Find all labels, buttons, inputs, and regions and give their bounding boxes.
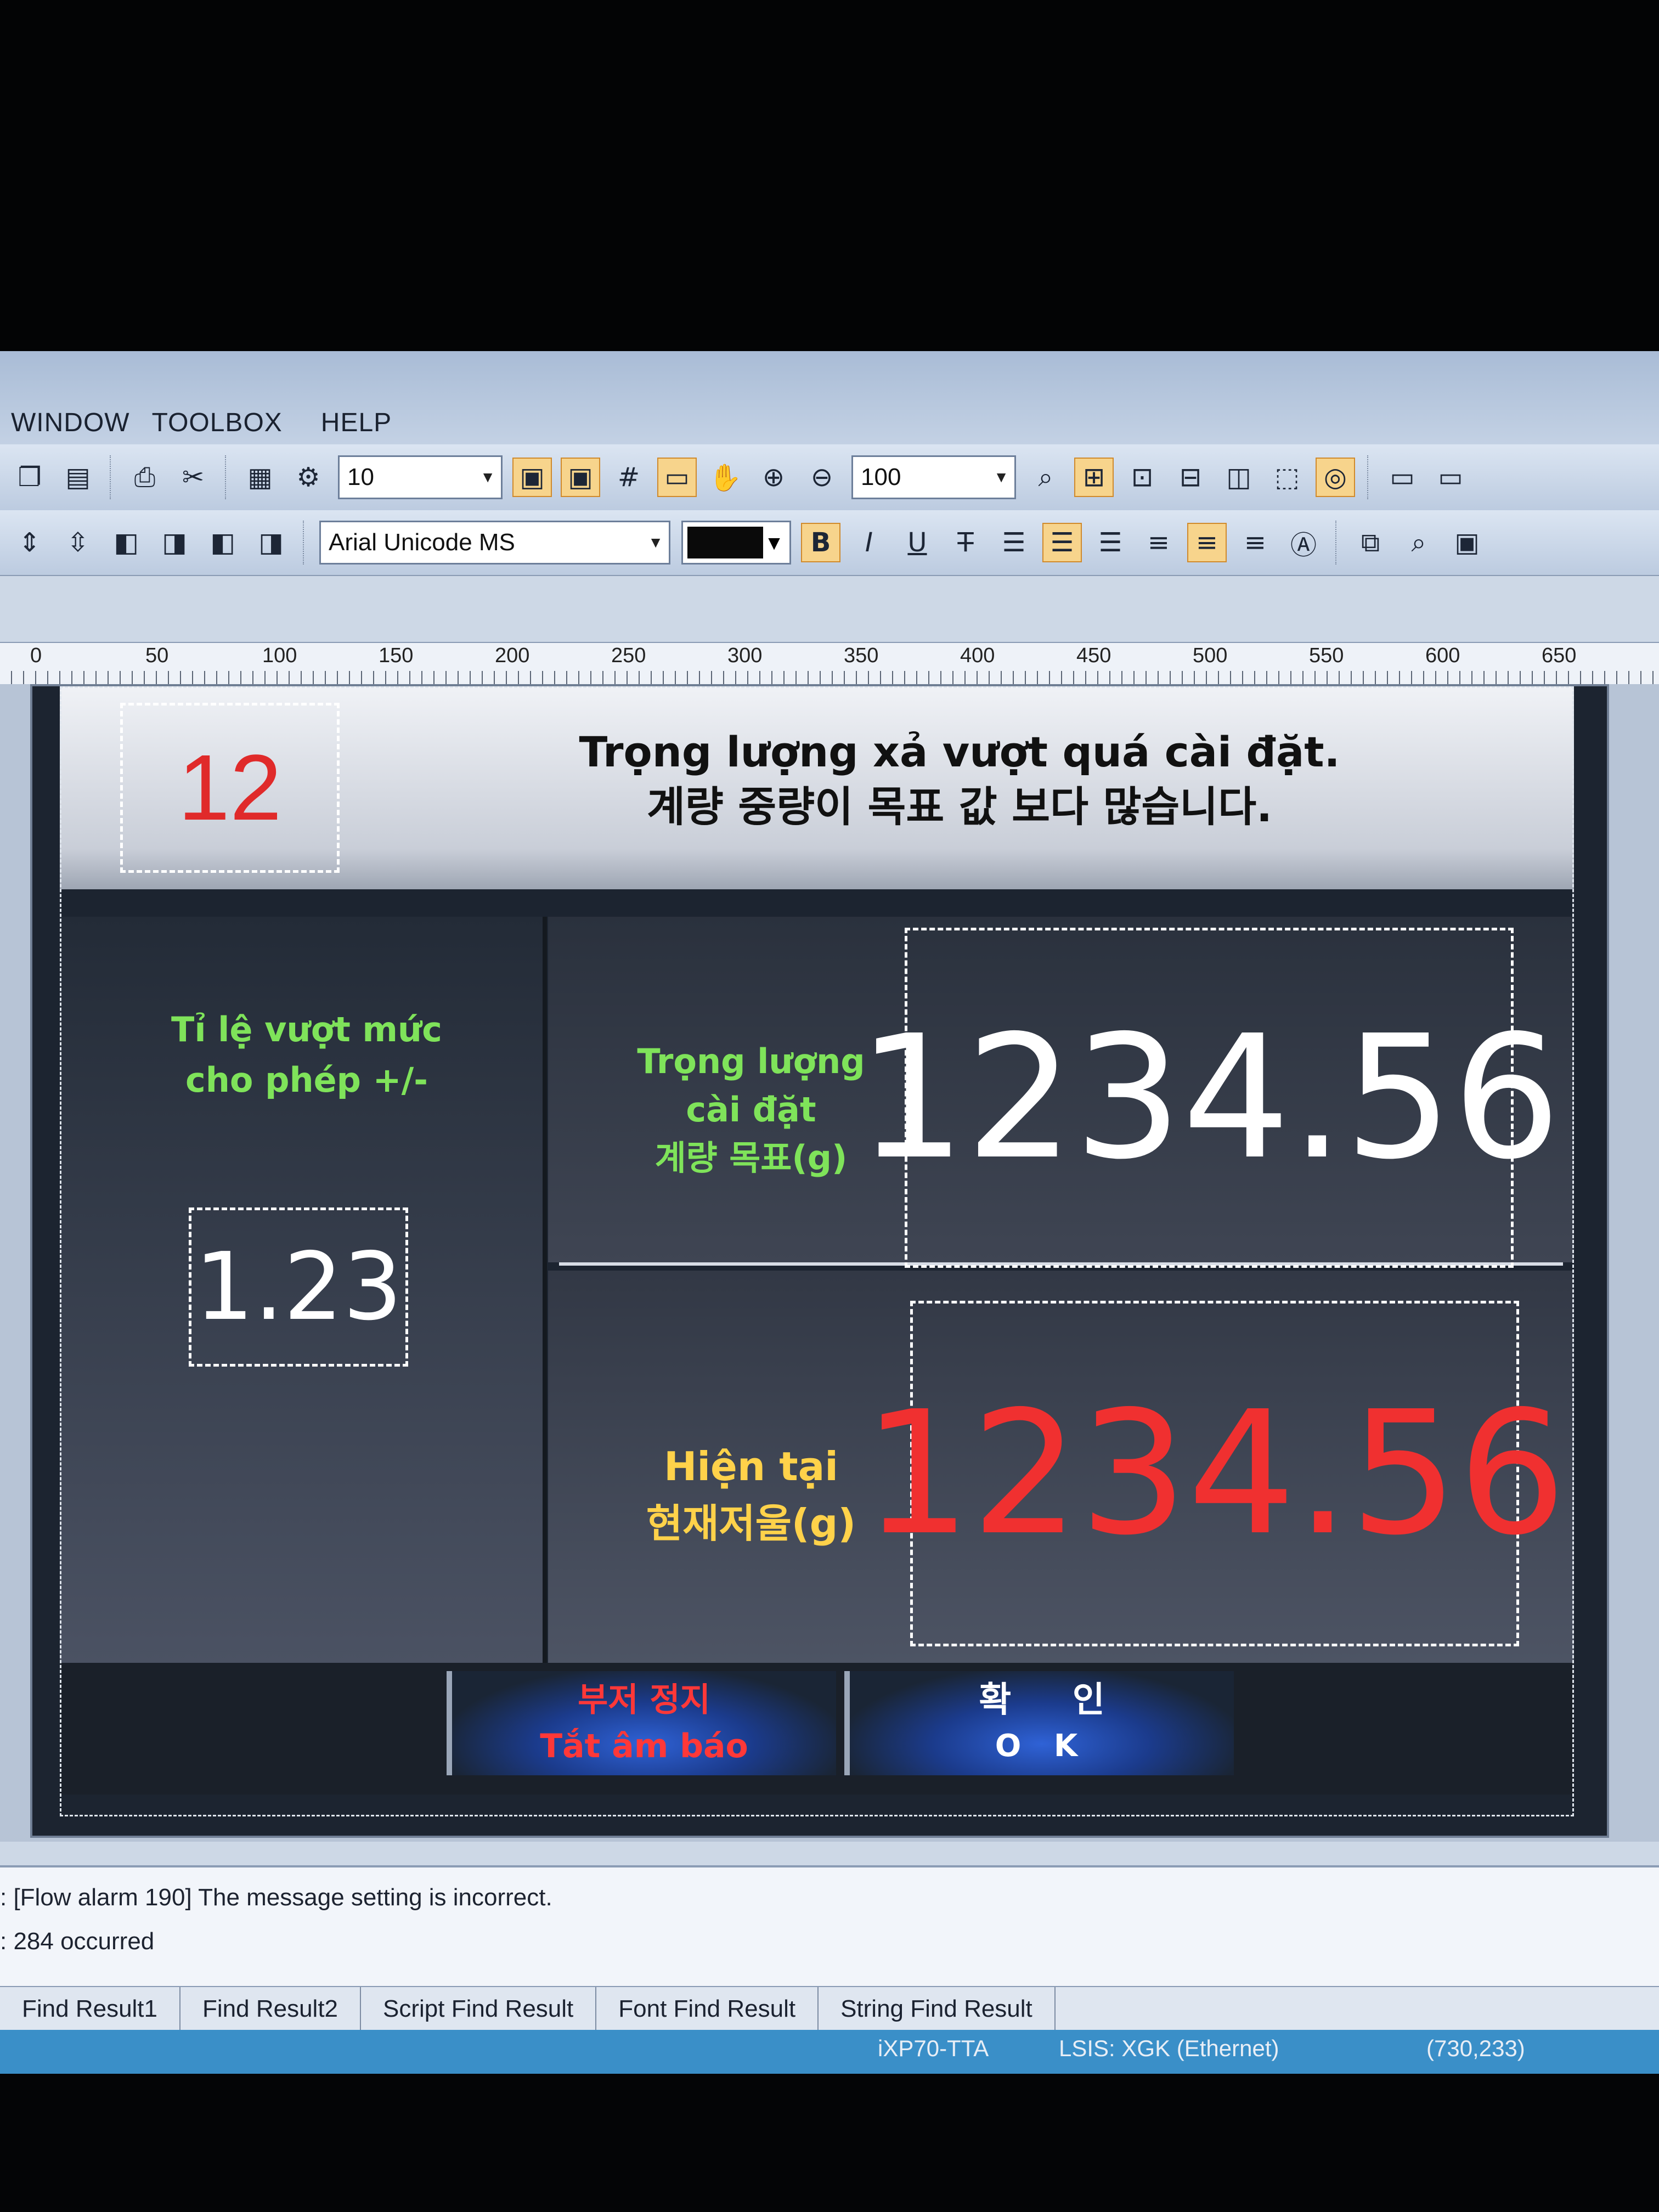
design-canvas[interactable]: 12 Trọng lượng xả vượt quá cài đặt. 계량 중… xyxy=(0,684,1659,1842)
valign-bottom-icon[interactable]: ≡ xyxy=(1235,523,1275,562)
snap-object-icon[interactable]: ▣ xyxy=(512,458,552,497)
ruler-label: 500 xyxy=(1193,644,1228,667)
text-style-icon[interactable]: Ⓐ xyxy=(1284,523,1323,562)
monitor-bezel xyxy=(0,2074,1659,2212)
ruler-label: 450 xyxy=(1076,644,1111,667)
strikethrough-button[interactable]: T xyxy=(946,523,985,562)
snap-grid-icon[interactable]: ▣ xyxy=(561,458,600,497)
menu-help[interactable]: HELP xyxy=(321,408,392,438)
menu-window[interactable]: WINDOW xyxy=(11,408,130,438)
zoom-page-icon[interactable]: ⌕ xyxy=(1026,458,1065,497)
bold-button[interactable]: B xyxy=(801,523,840,562)
screen-boundary xyxy=(60,686,1574,1816)
grid-icon[interactable]: ▦ xyxy=(240,458,280,497)
zoom-area-icon[interactable]: ⬚ xyxy=(1267,458,1307,497)
ruler-label: 0 xyxy=(30,644,42,667)
target-icon[interactable]: ◎ xyxy=(1316,458,1355,497)
show-grid-icon[interactable]: # xyxy=(609,458,648,497)
monitor-bezel xyxy=(0,0,1659,351)
align-space-icon[interactable]: ⇳ xyxy=(58,523,98,562)
status-device: iXP70-TTA xyxy=(878,2035,989,2061)
ruler-label: 50 xyxy=(145,644,169,667)
align-left-icon[interactable]: ☰ xyxy=(994,523,1034,562)
zoom-select[interactable]: 100 ▼ xyxy=(851,455,1016,499)
color-swatch xyxy=(687,527,763,558)
bring-forward-icon[interactable]: ◧ xyxy=(203,523,242,562)
zoom-out-icon[interactable]: ⊖ xyxy=(802,458,842,497)
output-count[interactable]: : 284 occurred xyxy=(0,1928,154,1955)
ruler-label: 400 xyxy=(960,644,995,667)
bring-front-icon[interactable]: ◧ xyxy=(106,523,146,562)
valign-middle-icon[interactable]: ≡ xyxy=(1187,523,1227,562)
menu-bar: WINDOW TOOLBOX HELP xyxy=(0,351,1659,444)
italic-button[interactable]: I xyxy=(849,523,889,562)
editor-window: WINDOW TOOLBOX HELP ❐ ▤ ⎙ ✂ ▦ ⚙ 10 ▼ ▣ ▣… xyxy=(0,351,1659,2074)
screen-icon[interactable]: ▣ xyxy=(1447,523,1487,562)
ruler-label: 350 xyxy=(844,644,879,667)
id-icon[interactable]: ▭ xyxy=(1383,458,1422,497)
align-center-icon[interactable]: ☰ xyxy=(1042,523,1082,562)
font-name: Arial Unicode MS xyxy=(329,529,515,556)
align-right-icon[interactable]: ☰ xyxy=(1091,523,1130,562)
hmi-screen[interactable]: 12 Trọng lượng xả vượt quá cài đặt. 계량 중… xyxy=(30,684,1609,1838)
output-message[interactable]: : [Flow alarm 190] The message setting i… xyxy=(0,1884,552,1911)
grid-size-value: 10 xyxy=(347,464,374,490)
font-color-select[interactable]: ▼ xyxy=(681,521,791,565)
send-backward-icon[interactable]: ◨ xyxy=(251,523,291,562)
grid-settings-icon[interactable]: ⚙ xyxy=(289,458,328,497)
ruler-label: 200 xyxy=(495,644,530,667)
toolbar-separator xyxy=(110,455,113,499)
font-select[interactable]: Arial Unicode MS ▼ xyxy=(319,521,670,565)
toolbar-view: ❐ ▤ ⎙ ✂ ▦ ⚙ 10 ▼ ▣ ▣ # ▭ ✋ ⊕ ⊖ 100 ▼ ⌕ ⊞… xyxy=(0,444,1659,510)
ruler-label: 150 xyxy=(379,644,414,667)
ruler-label: 300 xyxy=(727,644,763,667)
result-tabs: Find Result1 Find Result2 Script Find Re… xyxy=(0,1986,1659,2031)
cut-icon[interactable]: ✂ xyxy=(173,458,213,497)
zoom-value: 100 xyxy=(861,464,901,490)
zoom-height-icon[interactable]: ⊟ xyxy=(1171,458,1210,497)
grid-size-select[interactable]: 10 ▼ xyxy=(338,455,503,499)
find-icon[interactable]: ⌕ xyxy=(1399,523,1438,562)
id2-icon[interactable]: ▭ xyxy=(1431,458,1470,497)
ruler-label: 250 xyxy=(611,644,646,667)
zoom-in-icon[interactable]: ⊕ xyxy=(754,458,793,497)
ruler-label: 600 xyxy=(1425,644,1460,667)
chevron-down-icon: ▼ xyxy=(648,534,663,551)
toolbar-separator xyxy=(1367,455,1370,499)
status-plc: LSIS: XGK (Ethernet) xyxy=(1059,2035,1279,2061)
print-icon[interactable]: ⎙ xyxy=(125,458,165,497)
toolbar-separator xyxy=(1335,521,1339,565)
zoom-100-icon[interactable]: ⊞ xyxy=(1074,458,1114,497)
tab-find-result1[interactable]: Find Result1 xyxy=(0,1987,181,2031)
ruler-label: 100 xyxy=(262,644,297,667)
object-list-icon[interactable]: ⧉ xyxy=(1351,523,1390,562)
copy-icon[interactable]: ❐ xyxy=(10,458,49,497)
zoom-fit-icon[interactable]: ⊡ xyxy=(1122,458,1162,497)
toolbar-separator xyxy=(225,455,228,499)
toolbar-format: ⇕ ⇳ ◧ ◨ ◧ ◨ Arial Unicode MS ▼ ▼ B I U T… xyxy=(0,510,1659,576)
chevron-down-icon: ▼ xyxy=(480,469,495,486)
chevron-down-icon: ▼ xyxy=(994,469,1009,486)
valign-top-icon[interactable]: ≡ xyxy=(1139,523,1178,562)
ruler-label: 650 xyxy=(1542,644,1577,667)
underline-button[interactable]: U xyxy=(898,523,937,562)
tab-find-result2[interactable]: Find Result2 xyxy=(180,1987,362,2031)
page-icon[interactable]: ▤ xyxy=(58,458,98,497)
tab-string-find-result[interactable]: String Find Result xyxy=(819,1987,1056,2031)
tab-script-find-result[interactable]: Script Find Result xyxy=(361,1987,597,2031)
menu-toolbox[interactable]: TOOLBOX xyxy=(152,408,283,438)
chevron-down-icon: ▼ xyxy=(768,533,780,552)
hand-icon[interactable]: ✋ xyxy=(706,458,745,497)
zoom-select-icon[interactable]: ◫ xyxy=(1219,458,1259,497)
ruler-label: 550 xyxy=(1309,644,1344,667)
horizontal-ruler: 0 50 100 150 200 250 300 350 400 450 500… xyxy=(0,642,1659,685)
status-cursor: (730,233) xyxy=(1426,2035,1525,2061)
tab-font-find-result[interactable]: Font Find Result xyxy=(596,1987,819,2031)
status-bar: iXP70-TTA LSIS: XGK (Ethernet) (730,233) xyxy=(0,2030,1659,2074)
ruler-icon[interactable]: ▭ xyxy=(657,458,697,497)
toolbar-separator xyxy=(303,521,306,565)
send-back-icon[interactable]: ◨ xyxy=(155,523,194,562)
align-height-icon[interactable]: ⇕ xyxy=(10,523,49,562)
